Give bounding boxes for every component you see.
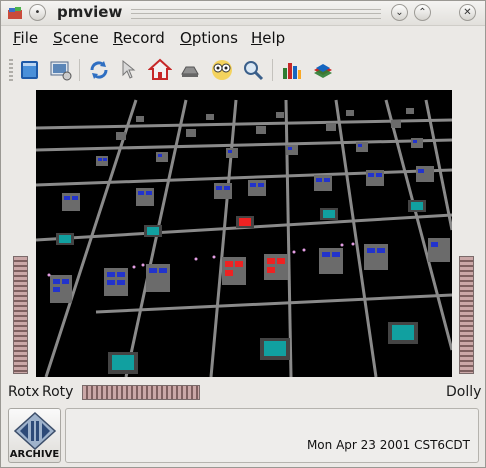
menu-help-label: elp [262, 29, 286, 47]
refresh-icon[interactable] [87, 58, 111, 82]
scene-viewer[interactable] [36, 90, 452, 377]
menu-file[interactable]: File [13, 29, 38, 47]
status-time: Mon Apr 23 2001 CST6CDT [306, 438, 470, 452]
seek-icon[interactable] [241, 58, 265, 82]
menu-scene-label: cene [62, 29, 99, 47]
menu-file-accel: F [13, 29, 21, 47]
archive-button[interactable]: ARCHIVE [8, 408, 61, 463]
toolbar [1, 53, 485, 87]
roty-label: Roty [42, 384, 74, 400]
menu-file-label: ile [20, 29, 39, 47]
menu-record-label: ecord [122, 29, 165, 47]
window-menu-button[interactable]: • [29, 4, 46, 21]
menu-options-label: ptions [191, 29, 238, 47]
minimize-button[interactable]: ⌄ [391, 4, 408, 21]
window-menu-icon: • [34, 7, 41, 18]
menu-options-accel: O [180, 29, 192, 47]
close-button[interactable]: ✕ [459, 4, 476, 21]
menu-bar: File Scene Record Options Help [1, 26, 485, 50]
dolly-thumbwheel[interactable] [459, 256, 474, 374]
chart-icon[interactable] [280, 58, 304, 82]
scene-canvas[interactable] [36, 90, 452, 377]
home-icon[interactable] [148, 58, 172, 82]
pmview-window: • pmview ⌄ ⌃ ✕ File Scene Record Options… [0, 0, 486, 468]
toolbar-separator-2 [272, 59, 273, 81]
menu-record[interactable]: Record [113, 29, 165, 47]
toolbar-grip[interactable] [9, 59, 13, 81]
dolly-label: Dolly [446, 384, 482, 400]
roty-thumbwheel[interactable] [82, 385, 200, 400]
toolbar-separator [79, 59, 80, 81]
close-icon: ✕ [463, 7, 472, 18]
pmview-app-icon[interactable] [7, 5, 23, 21]
menu-help[interactable]: Help [251, 29, 285, 47]
maximize-icon: ⌃ [418, 7, 427, 18]
maximize-button[interactable]: ⌃ [414, 4, 431, 21]
status-panel: Mon Apr 23 2001 CST6CDT [65, 408, 479, 463]
camera-view-icon[interactable] [49, 58, 73, 82]
books-icon[interactable] [311, 58, 335, 82]
set-home-icon[interactable] [178, 58, 202, 82]
menu-scene[interactable]: Scene [53, 29, 99, 47]
minimize-icon: ⌄ [395, 7, 404, 18]
archive-icon [14, 412, 56, 450]
title-bar-grip [131, 9, 381, 19]
window-title: pmview [57, 3, 123, 21]
menu-help-accel: H [251, 29, 263, 47]
menu-scene-accel: S [53, 29, 63, 47]
rotx-label: Rotx [8, 384, 40, 400]
title-bar[interactable]: • pmview ⌄ ⌃ ✕ [1, 1, 485, 26]
open-icon[interactable] [18, 58, 42, 82]
pointer-icon[interactable] [118, 58, 142, 82]
menu-record-accel: R [113, 29, 123, 47]
archive-label: ARCHIVE [9, 449, 60, 460]
menu-options[interactable]: Options [180, 29, 238, 47]
view-all-icon[interactable] [210, 58, 234, 82]
rotx-thumbwheel[interactable] [13, 256, 28, 374]
